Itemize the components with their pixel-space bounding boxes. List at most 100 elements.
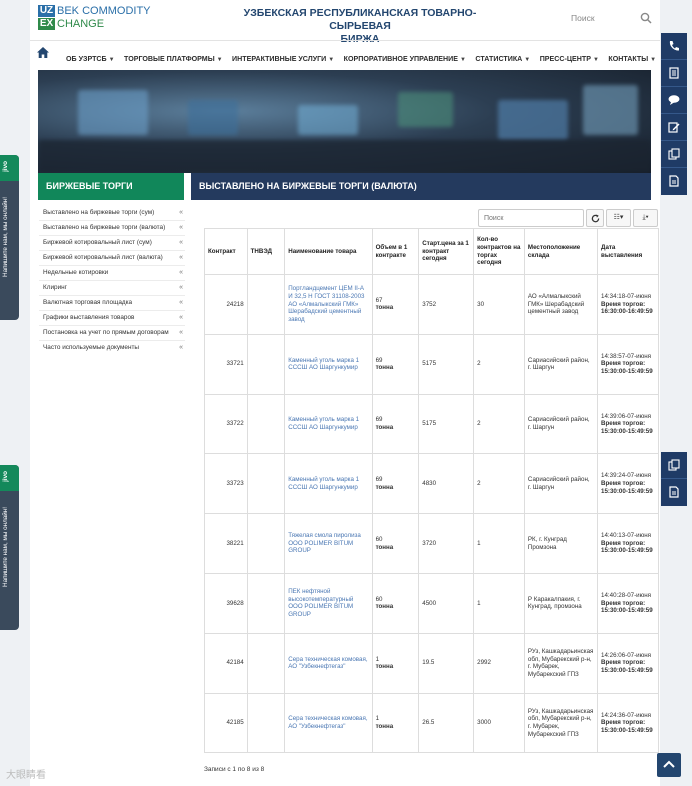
nav-item-services[interactable]: ИНТЕРАКТИВНЫЕ УСЛУГИ ▼ (232, 55, 334, 63)
chat-widget-tab[interactable]: jivo Напишите нам, мы онлайн! (0, 155, 19, 320)
quick-link-pages[interactable] (661, 141, 687, 168)
quick-link-chat[interactable] (661, 87, 687, 114)
quantity-cell: 2 (473, 333, 525, 395)
volume-value: 1 (375, 655, 380, 663)
contract-cell: 39628 (204, 572, 248, 634)
table-row: 38221 Тяжелая смола пиролиза ООО POLIMER… (204, 513, 659, 574)
price-cell: 4500 (418, 572, 475, 634)
chevron-left-icon: « (179, 284, 183, 291)
table-search-input[interactable] (478, 209, 584, 227)
banner-screen (583, 85, 638, 135)
columns-icon: ☷▾ (613, 214, 624, 221)
date-cell: 14:38:57-07-июня Время торгов: 15:30:00-15… (597, 333, 659, 395)
time-label: Время торгов: (601, 539, 646, 547)
product-name-link[interactable]: Портландцемент ЦЕМ II-А И 32,5 Н ГОСТ 31… (284, 274, 373, 335)
time-label: Время торгов: (601, 360, 646, 368)
column-header[interactable]: Объем в 1 контракте (371, 228, 420, 275)
date-value: 14:26:06-07-июня (601, 651, 652, 659)
quick-link-pages[interactable] (661, 452, 687, 479)
nav-item-label: ОБ УЗРТСБ (66, 55, 107, 63)
date-value: 14:39:24-07-июня (601, 472, 652, 480)
column-header[interactable]: Старт.цена за 1 контракт сегодня (418, 228, 475, 275)
contract-cell: 33722 (204, 393, 248, 455)
sidebar-item[interactable]: Биржевой котировальный лист (валюта) « (39, 251, 185, 266)
nav-item-about[interactable]: ОБ УЗРТСБ ▼ (66, 55, 115, 63)
volume-cell: 69 тонна (371, 453, 420, 515)
column-header[interactable]: Контракт (204, 228, 248, 275)
sidebar-item[interactable]: Графики выставления товаров « (39, 311, 185, 326)
nav-item-governance[interactable]: КОРПОРАТИВНОЕ УПРАВЛЕНИЕ ▼ (344, 55, 466, 63)
table-header-row: Контракт ТНВЭД Наименование товара Объем… (204, 228, 659, 275)
quick-link-phone[interactable] (661, 33, 687, 60)
search-icon[interactable] (640, 12, 652, 24)
sidebar-item-label: Часто используемые документы (43, 344, 140, 351)
banner-screen (498, 100, 568, 140)
home-icon[interactable] (37, 47, 49, 58)
logo[interactable]: UZ BEK COMMODITY EX CHANGE (38, 5, 158, 31)
product-name-link[interactable]: ПЕК нефтяной высокотемпературный ООО POL… (284, 572, 373, 634)
product-name-link[interactable]: Сера техническая комовая, АО "Узбекнефте… (284, 632, 373, 694)
contract-cell: 42184 (204, 632, 248, 694)
logo-line1: BEK COMMODITY (57, 5, 151, 17)
refresh-button[interactable] (586, 209, 604, 227)
chat-widget-tab[interactable]: jivo Напишите нам, мы онлайн! (0, 465, 19, 630)
pages-icon (668, 148, 680, 160)
logo-line2: CHANGE (57, 18, 105, 30)
sidebar-item[interactable]: Недельные котировки « (39, 266, 185, 281)
file-icon (669, 486, 679, 498)
quick-link-document[interactable] (661, 60, 687, 87)
product-name-link[interactable]: Каменный уголь марка 1 СССШ АО Шаргункум… (284, 393, 373, 455)
location-cell: Сариасийский район, г. Шаргун (523, 393, 599, 455)
sidebar-item[interactable]: Клиринг « (39, 281, 185, 296)
price-cell: 19.5 (418, 632, 475, 694)
table-row: 42184 Сера техническая комовая, АО "Узбе… (204, 632, 659, 694)
nav-item-contacts[interactable]: КОНТАКТЫ ▼ (608, 55, 656, 63)
nav-item-platforms[interactable]: ТОРГОВЫЕ ПЛАТФОРМЫ ▼ (124, 55, 223, 63)
quick-link-edit[interactable] (661, 114, 687, 141)
sidebar-item[interactable]: Выставлено на биржевые торги (валюта) « (39, 221, 185, 236)
nav-item-press[interactable]: ПРЕСС-ЦЕНТР ▼ (540, 55, 599, 63)
time-value: 15:30:00-15:49:59 (601, 607, 653, 615)
volume-unit: тонна (375, 603, 394, 611)
header-search-input[interactable]: Поиск (571, 13, 595, 23)
export-button[interactable]: ⤓▾ (633, 209, 658, 227)
date-value: 14:39:06-07-июня (601, 412, 652, 420)
column-header[interactable]: Местоположение склада (523, 228, 599, 275)
section-title-left: БИРЖЕВЫЕ ТОРГИ (38, 173, 184, 200)
sidebar-item[interactable]: Выставлено на биржевые торги (сум) « (39, 206, 185, 221)
nav-item-statistics[interactable]: СТАТИСТИКА ▼ (475, 55, 530, 63)
page: jivo Напишите нам, мы онлайн! jivo Напиш… (0, 0, 692, 786)
quick-link-file[interactable] (661, 479, 687, 506)
columns-button[interactable]: ☷▾ (606, 209, 631, 227)
sidebar-item[interactable]: Биржевой котировальный лист (сум) « (39, 236, 185, 251)
caret-down-icon: ▼ (524, 57, 531, 63)
sidebar-item[interactable]: Часто используемые документы « (39, 341, 185, 355)
column-header[interactable]: Наименование товара (284, 228, 373, 275)
product-name-link[interactable]: Каменный уголь марка 1 СССШ АО Шаргункум… (284, 333, 373, 395)
quick-links-panel-repeat (661, 452, 687, 506)
volume-cell: 69 тонна (371, 333, 420, 395)
sidebar-item[interactable]: Постановка на учет по прямым договорам « (39, 326, 185, 341)
table-row: 33721 Каменный уголь марка 1 СССШ АО Шар… (204, 333, 659, 395)
date-value: 14:24:36-07-июня (601, 711, 652, 719)
product-name-link[interactable]: Каменный уголь марка 1 СССШ АО Шаргункум… (284, 453, 373, 515)
quick-link-file[interactable] (661, 168, 687, 195)
scroll-top-button[interactable] (657, 753, 681, 777)
column-header[interactable]: Дата выставления (597, 228, 659, 275)
time-value: 15:30:00-15:49:59 (601, 547, 653, 555)
tnved-cell (246, 572, 286, 634)
date-value: 14:34:18-07-июня (601, 293, 652, 300)
volume-unit: тонна (375, 483, 394, 491)
product-name-link[interactable]: Тяжелая смола пиролиза ООО POLIMER BITUM… (284, 513, 373, 574)
column-header[interactable]: ТНВЭД (246, 228, 286, 275)
contract-cell: 33723 (204, 453, 248, 515)
time-label: Время торгов: (601, 479, 646, 487)
column-header[interactable]: Кол-во контрактов на торгах сегодня (473, 228, 525, 275)
chevron-left-icon: « (179, 329, 183, 336)
chevron-left-icon: « (179, 209, 183, 216)
sidebar-item[interactable]: Валютная торговая площадка « (39, 296, 185, 311)
tnved-cell (246, 692, 286, 754)
logo-uz: UZ (38, 5, 55, 17)
product-name-link[interactable]: Сера техническая комовая, АО "Узбекнефте… (284, 692, 373, 754)
caret-down-icon: ▼ (592, 57, 599, 63)
